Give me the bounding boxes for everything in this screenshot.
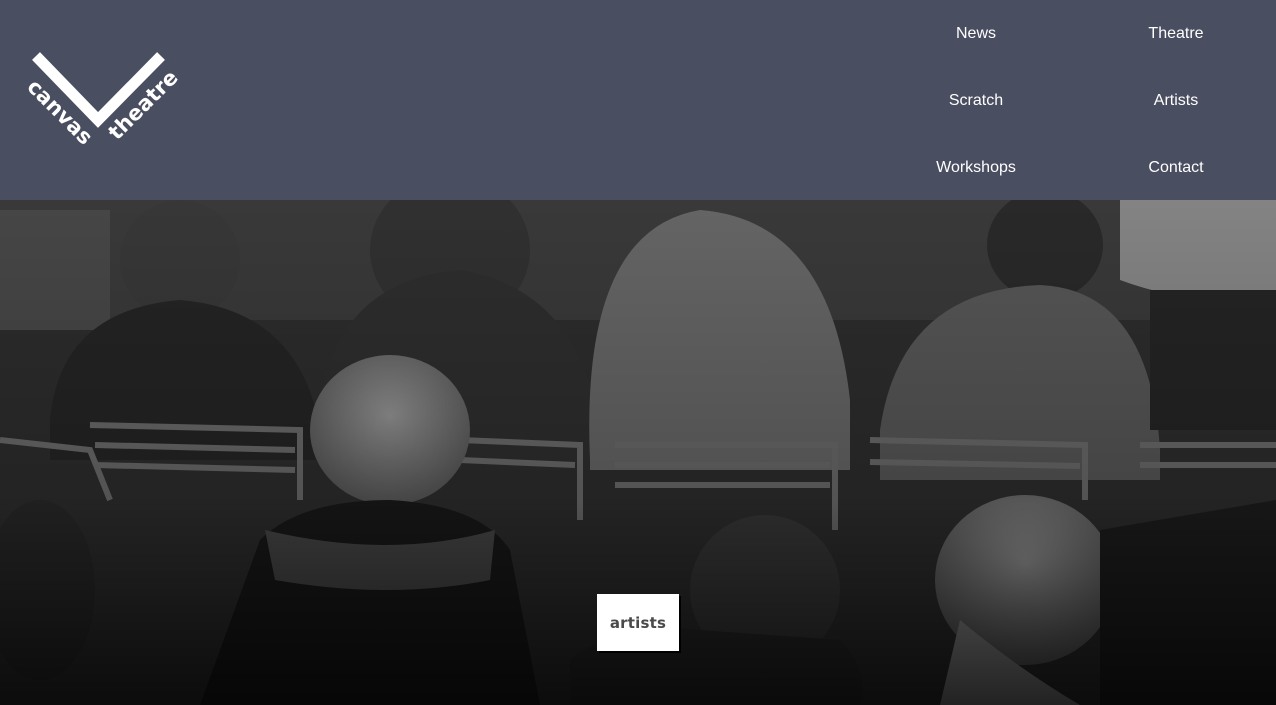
- nav-link-workshops[interactable]: Workshops: [896, 158, 1056, 178]
- nav-link-contact[interactable]: Contact: [1096, 158, 1256, 178]
- nav-link-theatre[interactable]: Theatre: [1096, 24, 1256, 44]
- artists-badge-button[interactable]: artists: [597, 594, 679, 651]
- site-logo[interactable]: canvas theatre: [20, 48, 185, 149]
- nav-link-news[interactable]: News: [896, 24, 1056, 44]
- nav-link-scratch[interactable]: Scratch: [896, 91, 1056, 111]
- logo-v-mark: canvas theatre: [22, 52, 183, 149]
- site-header: canvas theatre News Theatre Scratch Arti…: [0, 0, 1276, 200]
- nav-link-artists[interactable]: Artists: [1096, 91, 1256, 111]
